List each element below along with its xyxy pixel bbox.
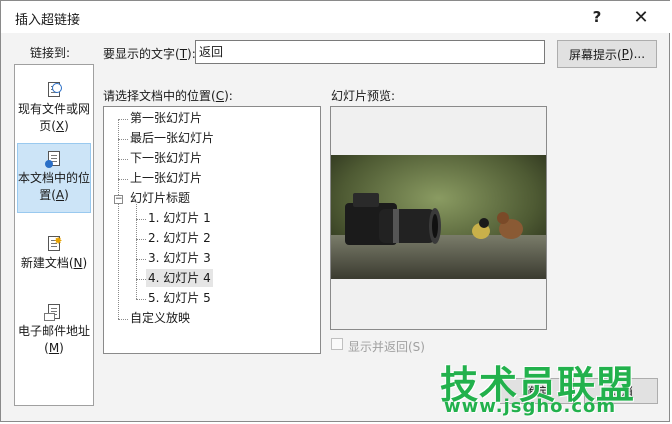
- document-place-tree[interactable]: − 第一张幻灯片 最后一张幻灯片 下一张幻灯片 上一张幻灯片 幻灯片标题 1. …: [103, 106, 321, 354]
- slide-preview-label: 幻灯片预览:: [331, 89, 396, 103]
- email-address-icon: [44, 303, 62, 321]
- close-button[interactable]: ✕: [619, 3, 663, 31]
- watermark-url: www.jsgho.com: [444, 396, 617, 417]
- tree-item-slide[interactable]: 2. 幻灯片 2: [146, 229, 213, 247]
- nav-place-in-document[interactable]: 本文档中的位 置(A): [17, 143, 91, 213]
- new-document-icon: ✸: [46, 235, 62, 253]
- slide-preview-image: [331, 155, 546, 279]
- title-bar: 插入超链接 ? ✕: [1, 1, 671, 33]
- tree-item-custom-show[interactable]: 自定义放映: [128, 309, 192, 327]
- link-to-pane: 现有文件或网 页(X) 本文档中的位 置(A) ✸ 新建文档(N) 电子邮件地址…: [14, 64, 94, 406]
- link-to-label: 链接到:: [30, 46, 71, 60]
- nav-new-document[interactable]: ✸ 新建文档(N): [17, 229, 91, 279]
- tree-item-slide[interactable]: 5. 幻灯片 5: [146, 289, 213, 307]
- tree-item-slide[interactable]: 3. 幻灯片 3: [146, 249, 213, 267]
- nav-existing-file[interactable]: 现有文件或网 页(X): [17, 75, 91, 145]
- site-watermark: 技术员联盟 www.jsgho.com: [440, 352, 672, 424]
- dialog-title: 插入超链接: [15, 13, 81, 28]
- tree-item-first-slide[interactable]: 第一张幻灯片: [128, 109, 204, 127]
- display-text-label: 要显示的文字(T):: [103, 47, 196, 61]
- collapse-icon[interactable]: −: [114, 195, 123, 204]
- tree-item-slide-titles[interactable]: 幻灯片标题: [128, 189, 192, 207]
- tree-item-slide[interactable]: 1. 幻灯片 1: [146, 209, 213, 227]
- tree-item-slide-selected[interactable]: 4. 幻灯片 4: [146, 269, 213, 287]
- show-and-return-label: 显示并返回(S): [348, 340, 425, 354]
- tree-item-next-slide[interactable]: 下一张幻灯片: [128, 149, 204, 167]
- screentip-button[interactable]: 屏幕提示(P)...: [557, 40, 657, 68]
- display-text-input[interactable]: 返回: [195, 40, 545, 64]
- existing-file-icon: [46, 81, 62, 99]
- place-label: 请选择文档中的位置(C):: [103, 89, 233, 103]
- place-in-document-icon: [45, 150, 62, 168]
- tree-item-previous-slide[interactable]: 上一张幻灯片: [128, 169, 204, 187]
- show-and-return-checkbox[interactable]: [331, 338, 343, 350]
- help-button[interactable]: ?: [575, 3, 619, 31]
- nav-email-address[interactable]: 电子邮件地址 (M): [17, 297, 91, 357]
- tree-item-last-slide[interactable]: 最后一张幻灯片: [128, 129, 216, 147]
